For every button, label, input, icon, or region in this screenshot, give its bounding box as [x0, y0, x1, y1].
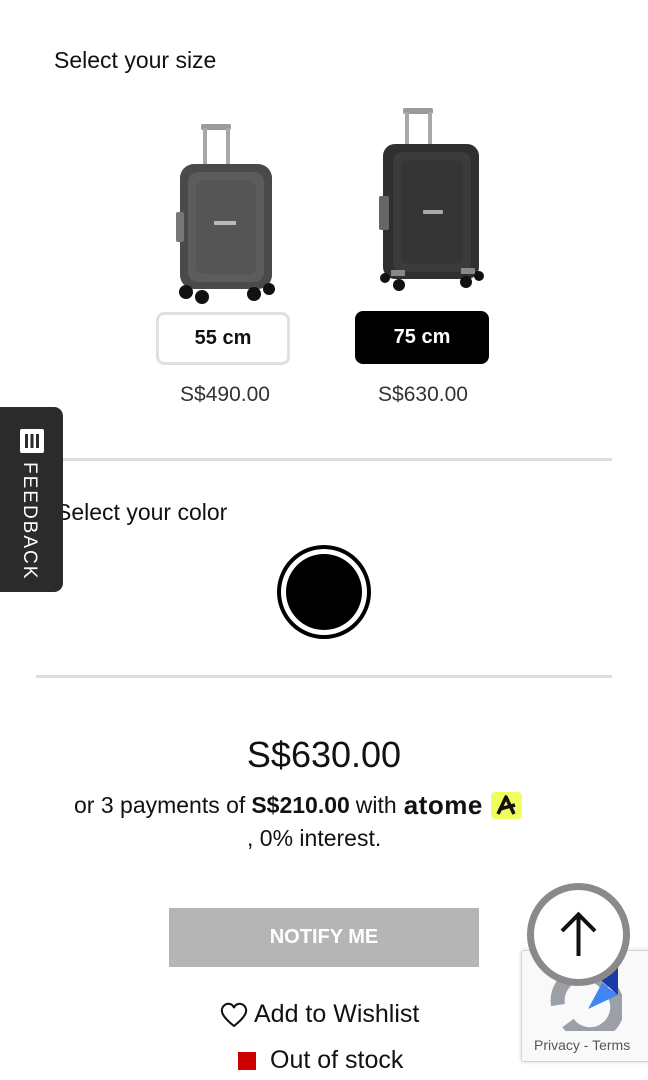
- out-of-stock-indicator: [238, 1051, 256, 1070]
- interest-text: , 0% interest.: [247, 825, 382, 851]
- suitcase-55-image[interactable]: [166, 122, 281, 305]
- size-75-price: S$630.00: [378, 383, 468, 406]
- terms-link[interactable]: Terms: [592, 1037, 630, 1053]
- link-separator: -: [579, 1037, 593, 1053]
- color-section-title: Select your color: [56, 499, 228, 525]
- stock-label: Out of stock: [270, 1046, 404, 1074]
- color-swatch-fill: [286, 554, 362, 630]
- atome-logo[interactable]: atome: [404, 790, 483, 821]
- scroll-to-top-button[interactable]: [527, 883, 630, 986]
- size-option-55cm[interactable]: 55 cm: [156, 312, 290, 365]
- section-divider: [36, 458, 612, 461]
- size-section-title: Select your size: [54, 47, 217, 73]
- arrow-up-icon: [560, 911, 597, 956]
- installment-info: or 3 payments of S$210.00 with atome: [74, 790, 522, 821]
- atome-a-icon: [496, 795, 516, 815]
- suitcase-75-image[interactable]: [371, 106, 486, 292]
- menu-list-icon: [20, 429, 44, 453]
- installment-with: with: [355, 792, 397, 818]
- add-to-wishlist-link[interactable]: Add to Wishlist: [220, 1000, 419, 1029]
- size-55-price: S$490.00: [180, 383, 270, 406]
- feedback-label: FEEDBACK: [19, 462, 40, 581]
- atome-badge-icon: [490, 792, 522, 819]
- recaptcha-links: Privacy - Terms: [534, 1037, 630, 1053]
- feedback-tab[interactable]: FEEDBACK: [0, 407, 63, 592]
- color-swatch-black[interactable]: [277, 545, 371, 639]
- section-divider: [36, 675, 612, 678]
- privacy-link[interactable]: Privacy: [534, 1037, 580, 1053]
- product-price: S$630.00: [246, 734, 402, 775]
- stock-status: Out of stock: [238, 1046, 403, 1075]
- wishlist-label: Add to Wishlist: [254, 1000, 420, 1028]
- installment-amount: S$210.00: [251, 792, 350, 818]
- installment-prefix: or 3 payments of: [74, 792, 246, 818]
- notify-me-button[interactable]: NOTIFY ME: [169, 908, 479, 967]
- heart-icon: [220, 1002, 248, 1027]
- size-option-75cm[interactable]: 75 cm: [355, 311, 489, 364]
